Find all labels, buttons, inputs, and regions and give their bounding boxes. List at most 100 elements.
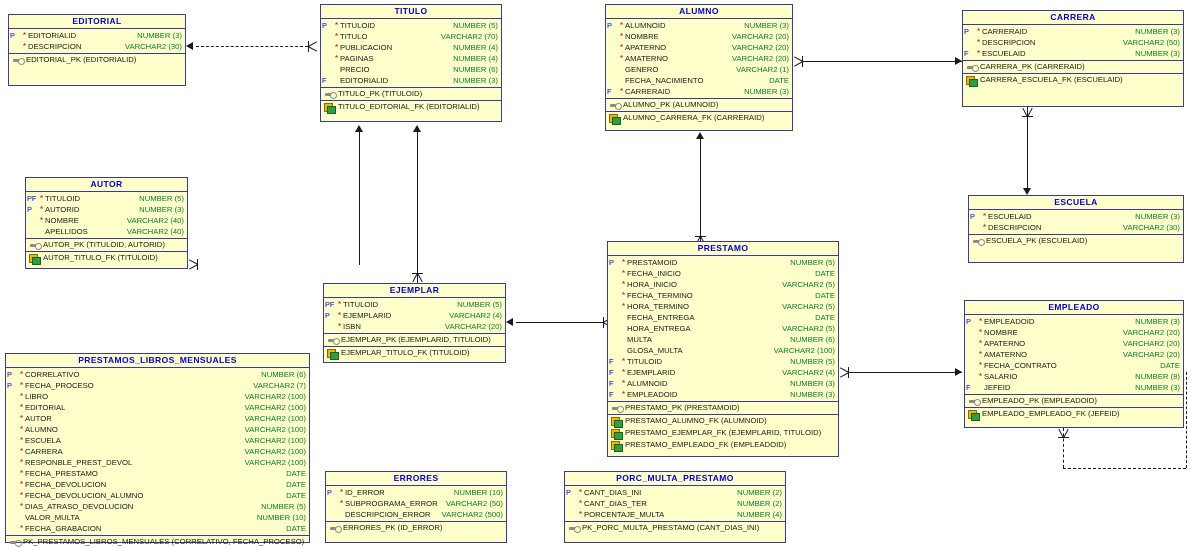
column-row[interactable]: F * ALUMNOID NUMBER (3) (608, 378, 838, 389)
column-row[interactable]: DESCRIPCION_ERROR VARCHAR2 (500) (326, 509, 506, 520)
column-row[interactable]: P * ID_ERROR NUMBER (10) (326, 487, 506, 498)
column-row[interactable]: * ESCUELA VARCHAR2 (100) (6, 435, 309, 446)
entity-table-porc_multa_prestamo[interactable]: PORC_MULTA_PRESTAMO P * CANT_DIAS_INI NUMBER… (564, 471, 786, 543)
pk-constraint-row[interactable]: EMPLEADO_PK (EMPLEADOID) (965, 395, 1183, 407)
column-row[interactable]: * APATERNO VARCHAR2 (20) (965, 338, 1183, 349)
column-row[interactable]: * FECHA_DEVOLUCION DATE (6, 479, 309, 490)
column-row[interactable]: * FECHA_PRESTAMO DATE (6, 468, 309, 479)
column-row[interactable]: P * FECHA_PROCESO VARCHAR2 (7) (6, 380, 309, 391)
pk-constraint-row[interactable]: TITULO_PK (TITULOID) (321, 88, 501, 100)
column-row[interactable]: * ALUMNO VARCHAR2 (100) (6, 424, 309, 435)
entity-table-prestamo[interactable]: PRESTAMO P * PRESTAMOID NUMBER (5) * FECHA_INI… (607, 241, 839, 457)
column-row[interactable]: MULTA NUMBER (6) (608, 334, 838, 345)
column-row[interactable]: * NOMBRE VARCHAR2 (40) (26, 215, 187, 226)
entity-table-editorial[interactable]: EDITORIAL P * EDITORIALID NUMBER (3) * DESCRIP… (8, 14, 186, 86)
fk-constraint-row[interactable]: AUTOR_TITULO_FK (TITULOID) (26, 252, 187, 265)
column-row[interactable]: * TITULO VARCHAR2 (70) (321, 31, 501, 42)
column-row[interactable]: P * EMPLEADOID NUMBER (3) (965, 316, 1183, 327)
column-row[interactable]: * SUBPROGRAMA_ERROR VARCHAR2 (50) (326, 498, 506, 509)
column-row[interactable]: APELLIDOS VARCHAR2 (40) (26, 226, 187, 237)
column-row[interactable]: P * EDITORIALID NUMBER (3) (9, 30, 185, 41)
column-row[interactable]: P * TITULOID NUMBER (5) (321, 20, 501, 31)
column-row[interactable]: * APATERNO VARCHAR2 (20) (606, 42, 792, 53)
pk-constraint-row[interactable]: EJEMPLAR_PK (EJEMPLARID, TITULOID) (324, 334, 505, 346)
pk-constraint-row[interactable]: EDITORIAL_PK (EDITORIALID) (9, 54, 185, 66)
column-row[interactable]: * AMATERNO VARCHAR2 (20) (606, 53, 792, 64)
column-row[interactable]: P * CORRELATIVO NUMBER (6) (6, 369, 309, 380)
fk-constraint-row[interactable]: PRESTAMO_ALUMNO_FK (ALUMNOID) (608, 415, 838, 428)
column-row[interactable]: P * ALUMNOID NUMBER (3) (606, 20, 792, 31)
column-row[interactable]: GENERO VARCHAR2 (1) (606, 64, 792, 75)
column-row[interactable]: * FECHA_GRABACION DATE (6, 523, 309, 534)
column-row[interactable]: * FECHA_INICIO DATE (608, 268, 838, 279)
column-row[interactable]: * AMATERNO VARCHAR2 (20) (965, 349, 1183, 360)
column-row[interactable]: * DESCRIPCION VARCHAR2 (30) (9, 41, 185, 52)
entity-table-escuela[interactable]: ESCUELA P * ESCUELAID NUMBER (3) * DESCRIPCION… (968, 195, 1184, 263)
entity-table-carrera[interactable]: CARRERA P * CARRERAID NUMBER (3) * DESCRIPCION… (962, 10, 1184, 107)
column-row[interactable]: * PAGINAS NUMBER (4) (321, 53, 501, 64)
fk-constraint-row[interactable]: EMPLEADO_EMPLEADO_FK (JEFEID) (965, 408, 1183, 421)
column-row[interactable]: * DESCRIPCION VARCHAR2 (50) (963, 37, 1183, 48)
column-row[interactable]: P * PRESTAMOID NUMBER (5) (608, 257, 838, 268)
column-row[interactable]: PF * TITULOID NUMBER (5) (324, 299, 505, 310)
column-row[interactable]: HORA_ENTREGA VARCHAR2 (5) (608, 323, 838, 334)
entity-table-autor[interactable]: AUTOR PF * TITULOID NUMBER (5) P * AUTORID NUMBE… (25, 177, 188, 269)
entity-table-prestamos_libros_mensuales[interactable]: PRESTAMOS_LIBROS_MENSUALES P * CORRELATIVO N… (5, 353, 310, 547)
column-row[interactable]: * HORA_TERMINO VARCHAR2 (5) (608, 301, 838, 312)
column-row[interactable]: P * CARRERAID NUMBER (3) (963, 26, 1183, 37)
column-row[interactable]: P * EJEMPLARID VARCHAR2 (4) (324, 310, 505, 321)
column-row[interactable]: GLOSA_MULTA VARCHAR2 (100) (608, 345, 838, 356)
pk-constraint-row[interactable]: CARRERA_PK (CARRERAID) (963, 61, 1183, 73)
column-row[interactable]: F * CARRERAID NUMBER (3) (606, 86, 792, 97)
pk-constraint-row[interactable]: AUTOR_PK (TITULOID, AUTORID) (26, 239, 187, 251)
column-row[interactable]: * LIBRO VARCHAR2 (100) (6, 391, 309, 402)
pk-constraint-row[interactable]: ESCUELA_PK (ESCUELAID) (969, 235, 1183, 247)
column-row[interactable]: * FECHA_DEVOLUCION_ALUMNO DATE (6, 490, 309, 501)
entity-table-empleado[interactable]: EMPLEADO P * EMPLEADOID NUMBER (3) * NOMBRE VAR… (964, 300, 1184, 428)
pk-constraint-row[interactable]: ERRORES_PK (ID_ERROR) (326, 522, 506, 534)
fk-constraint-row[interactable]: PRESTAMO_EMPLEADO_FK (EMPLEADOID) (608, 439, 838, 452)
entity-table-errores[interactable]: ERRORES P * ID_ERROR NUMBER (10) * SUBPROGRAMA… (325, 471, 507, 543)
pk-constraint-row[interactable]: PK_PRESTAMOS_LIBROS_MENSUALES (CORRELATI… (6, 536, 309, 548)
column-row[interactable]: FECHA_NACIMIENTO DATE (606, 75, 792, 86)
column-row[interactable]: * CARRERA VARCHAR2 (100) (6, 446, 309, 457)
column-row[interactable]: * DIAS_ATRASO_DEVOLUCION NUMBER (5) (6, 501, 309, 512)
pk-constraint-row[interactable]: PK_PORC_MULTA_PRESTAMO (CANT_DIAS_INI) (565, 522, 785, 534)
column-row[interactable]: PRECIO NUMBER (6) (321, 64, 501, 75)
fk-constraint-row[interactable]: EJEMPLAR_TITULO_FK (TITULOID) (324, 347, 505, 360)
column-row[interactable]: FECHA_ENTREGA DATE (608, 312, 838, 323)
column-row[interactable]: F JEFEID NUMBER (3) (965, 382, 1183, 393)
column-row[interactable]: * AUTOR VARCHAR2 (100) (6, 413, 309, 424)
entity-table-titulo[interactable]: TITULO P * TITULOID NUMBER (5) * TITULO VARCHAR… (320, 4, 502, 122)
column-row[interactable]: * NOMBRE VARCHAR2 (20) (965, 327, 1183, 338)
column-row[interactable]: * EDITORIAL VARCHAR2 (100) (6, 402, 309, 413)
column-row[interactable]: * FECHA_CONTRATO DATE (965, 360, 1183, 371)
column-row[interactable]: F * TITULOID NUMBER (5) (608, 356, 838, 367)
column-row[interactable]: * DESCRIPCION VARCHAR2 (30) (969, 222, 1183, 233)
column-row[interactable]: * FECHA_TERMINO DATE (608, 290, 838, 301)
fk-constraint-row[interactable]: TITULO_EDITORIAL_FK (EDITORIALID) (321, 101, 501, 114)
entity-table-alumno[interactable]: ALUMNO P * ALUMNOID NUMBER (3) * NOMBRE VARCHAR… (605, 4, 793, 131)
column-row[interactable]: VALOR_MULTA NUMBER (10) (6, 512, 309, 523)
column-row[interactable]: * PORCENTAJE_MULTA NUMBER (4) (565, 509, 785, 520)
column-row[interactable]: * PUBLICACION NUMBER (4) (321, 42, 501, 53)
entity-table-ejemplar[interactable]: EJEMPLAR PF * TITULOID NUMBER (5) P * EJEMPLARI… (323, 283, 506, 363)
column-row[interactable]: P * CANT_DIAS_INI NUMBER (2) (565, 487, 785, 498)
pk-constraint-row[interactable]: PRESTAMO_PK (PRESTAMOID) (608, 402, 838, 414)
column-row[interactable]: F EDITORIALID NUMBER (3) (321, 75, 501, 86)
column-row[interactable]: * ISBN VARCHAR2 (20) (324, 321, 505, 332)
column-row[interactable]: * SALARIO NUMBER (8) (965, 371, 1183, 382)
column-row[interactable]: PF * TITULOID NUMBER (5) (26, 193, 187, 204)
column-row[interactable]: * NOMBRE VARCHAR2 (20) (606, 31, 792, 42)
column-row[interactable]: * RESPONBLE_PREST_DEVOL VARCHAR2 (100) (6, 457, 309, 468)
fk-constraint-row[interactable]: ALUMNO_CARRERA_FK (CARRERAID) (606, 112, 792, 125)
fk-constraint-row[interactable]: CARRERA_ESCUELA_FK (ESCUELAID) (963, 74, 1183, 87)
fk-constraint-row[interactable]: PRESTAMO_EJEMPLAR_FK (EJEMPLARID, TITULO… (608, 427, 838, 440)
column-row[interactable]: F * EJEMPLARID VARCHAR2 (4) (608, 367, 838, 378)
column-row[interactable]: P * ESCUELAID NUMBER (3) (969, 211, 1183, 222)
column-row[interactable]: P * AUTORID NUMBER (3) (26, 204, 187, 215)
column-row[interactable]: * HORA_INICIO VARCHAR2 (5) (608, 279, 838, 290)
column-row[interactable]: * CANT_DIAS_TER NUMBER (2) (565, 498, 785, 509)
column-row[interactable]: F * ESCUELAID NUMBER (3) (963, 48, 1183, 59)
pk-constraint-row[interactable]: ALUMNO_PK (ALUMNOID) (606, 99, 792, 111)
